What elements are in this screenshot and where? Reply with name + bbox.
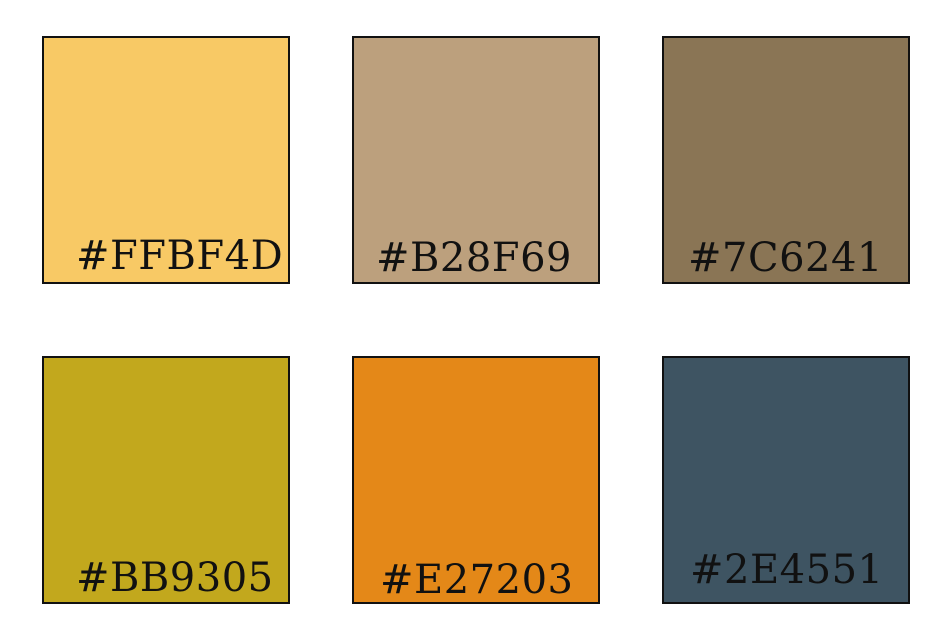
swatch-hex-label: #FFBF4D xyxy=(76,233,284,279)
swatch-hex-label: #BB9305 xyxy=(76,555,274,601)
color-swatch-3: #7C6241 xyxy=(662,36,910,284)
swatch-hex-label: #7C6241 xyxy=(688,235,883,281)
color-swatch-5: #E27203 xyxy=(352,356,600,604)
color-swatch-6: #2E4551 xyxy=(662,356,910,604)
swatch-hex-label: #2E4551 xyxy=(690,547,884,593)
swatch-hex-label: #E27203 xyxy=(380,557,574,603)
swatch-hex-label: #B28F69 xyxy=(376,235,572,281)
color-swatch-2: #B28F69 xyxy=(352,36,600,284)
color-palette: #FFBF4D #B28F69 #7C6241 #BB9305 #E27203 … xyxy=(0,0,952,638)
color-swatch-1: #FFBF4D xyxy=(42,36,290,284)
color-swatch-4: #BB9305 xyxy=(42,356,290,604)
